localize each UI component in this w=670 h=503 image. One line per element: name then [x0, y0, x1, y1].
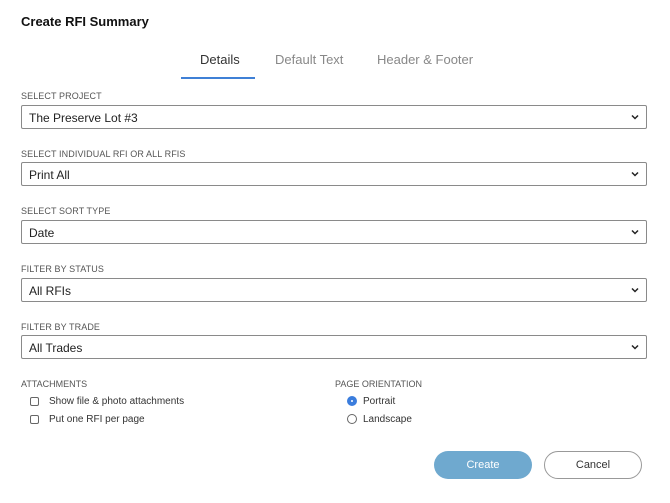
- portrait-radio[interactable]: [347, 396, 357, 406]
- trade-value: All Trades: [29, 341, 83, 355]
- sort-select[interactable]: Date: [21, 220, 647, 244]
- trade-select[interactable]: All Trades: [21, 335, 647, 359]
- landscape-radio[interactable]: [347, 414, 357, 424]
- trade-label: FILTER BY TRADE: [21, 322, 101, 332]
- sort-label: SELECT SORT TYPE: [21, 206, 111, 216]
- one-rfi-per-page-checkbox[interactable]: [30, 415, 39, 424]
- chevron-down-icon: [631, 344, 639, 350]
- portrait-label: Portrait: [363, 396, 396, 407]
- landscape-label: Landscape: [363, 414, 412, 425]
- project-value: The Preserve Lot #3: [29, 111, 138, 125]
- tab-details[interactable]: Details: [200, 52, 240, 67]
- show-attachments-checkbox[interactable]: [30, 397, 39, 406]
- active-tab-indicator: [181, 77, 255, 79]
- project-label: SELECT PROJECT: [21, 91, 102, 101]
- tab-default-text[interactable]: Default Text: [275, 52, 343, 67]
- rfi-select[interactable]: Print All: [21, 162, 647, 186]
- status-label: FILTER BY STATUS: [21, 264, 104, 274]
- cancel-button[interactable]: Cancel: [544, 451, 642, 479]
- status-select[interactable]: All RFIs: [21, 278, 647, 302]
- attachments-label: ATTACHMENTS: [21, 379, 88, 389]
- dialog-title: Create RFI Summary: [21, 14, 149, 29]
- tab-header-footer[interactable]: Header & Footer: [377, 52, 473, 67]
- chevron-down-icon: [631, 229, 639, 235]
- one-rfi-per-page-label: Put one RFI per page: [49, 414, 145, 425]
- rfi-value: Print All: [29, 168, 70, 182]
- tab-bar: Details Default Text Header & Footer: [0, 52, 670, 80]
- show-attachments-label: Show file & photo attachments: [49, 396, 185, 407]
- orientation-label: PAGE ORIENTATION: [335, 379, 423, 389]
- rfi-label: SELECT INDIVIDUAL RFI OR ALL RFIS: [21, 149, 186, 159]
- sort-value: Date: [29, 226, 55, 240]
- project-select[interactable]: The Preserve Lot #3: [21, 105, 647, 129]
- chevron-down-icon: [631, 171, 639, 177]
- create-button[interactable]: Create: [434, 451, 532, 479]
- status-value: All RFIs: [29, 284, 71, 298]
- chevron-down-icon: [631, 287, 639, 293]
- chevron-down-icon: [631, 114, 639, 120]
